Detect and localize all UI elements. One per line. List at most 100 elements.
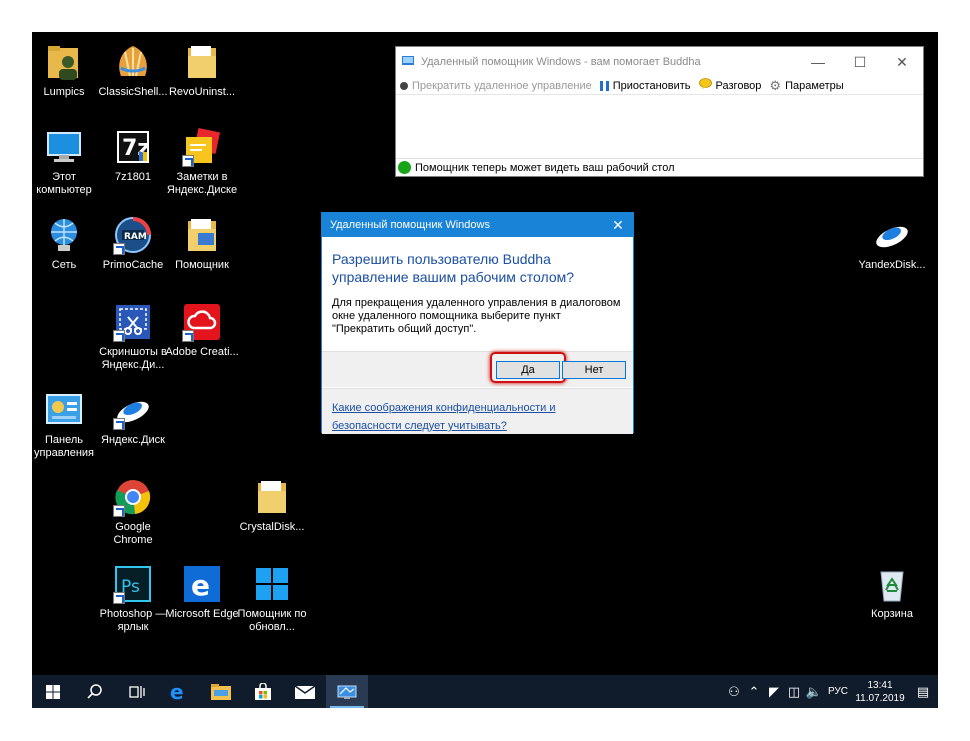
desktop-icon-yandexdisk-right[interactable]: YandexDisk... <box>854 215 930 272</box>
remote-assistance-icon <box>337 685 357 699</box>
desktop-icon-label: ClassicShell... <box>98 86 168 98</box>
desktop-icon-yandex-disk[interactable]: Яндекс.Диск <box>95 390 171 447</box>
notifications-icon[interactable]: ▤ <box>908 684 938 700</box>
primocache-ram-icon: RAM <box>113 215 153 255</box>
stop-remote-control-label: Прекратить удаленное управление <box>412 79 592 92</box>
shortcut-arrow-icon <box>113 505 125 517</box>
desktop-icon-notes-yandex[interactable]: Заметки в Яндекс.Диске <box>164 127 240 197</box>
connected-status-icon <box>398 161 411 174</box>
control-panel-icon <box>44 390 84 430</box>
desktop-icon-network[interactable]: Сеть <box>32 215 102 272</box>
desktop-icon-helper[interactable]: Помощник <box>164 215 240 272</box>
desktop: Lumpics Этот компьютер Сеть Панель управ… <box>32 32 938 708</box>
dialog-body-text: Для прекращения удаленного управления в … <box>332 297 621 335</box>
clock-date: 11.07.2019 <box>855 692 905 704</box>
ra-titlebar[interactable]: Удаленный помощник Windows - вам помогае… <box>396 47 923 77</box>
remote-assistance-app-icon <box>402 55 414 70</box>
shortcut-arrow-icon <box>182 330 194 342</box>
desktop-icon-microsoft-edge[interactable]: e Microsoft Edge <box>164 564 240 621</box>
dialog-titlebar[interactable]: Удаленный помощник Windows ✕ <box>322 213 633 237</box>
search-icon <box>87 683 102 699</box>
settings-button[interactable]: ⚙ Параметры <box>769 78 843 94</box>
recycle-bin-icon <box>872 564 912 604</box>
desktop-icon-label: Adobe Creati... <box>165 346 239 358</box>
people-icon[interactable]: ⚇ <box>724 684 744 700</box>
desktop-icon-label: Помощник по обновл... <box>237 608 307 633</box>
dialog-footer: Какие соображения конфиденциальности и б… <box>322 388 633 434</box>
dialog-button-bar: Да Нет <box>322 351 633 387</box>
taskbar: e ⚇ ⌃ ◤ ◫ 🔈 РУС 13:41 11.07.2019 ▤ <box>32 675 938 708</box>
adobe-creative-cloud-icon <box>182 302 222 342</box>
pause-label: Приостановить <box>612 79 691 92</box>
chrome-icon <box>113 477 153 517</box>
stop-remote-control-button[interactable]: Прекратить удаленное управление <box>400 80 592 92</box>
desktop-icon-label: Скриншоты в Яндекс.Ди... <box>99 346 167 371</box>
shortcut-arrow-icon <box>113 330 125 342</box>
desktop-icon-this-pc[interactable]: Этот компьютер <box>32 127 102 197</box>
desktop-icon-label: Google Chrome <box>113 521 153 546</box>
minimize-button[interactable]: — <box>797 47 839 77</box>
network-globe-icon <box>44 215 84 255</box>
svg-text:e: e <box>191 569 210 602</box>
desktop-icon-primocache[interactable]: RAM PrimoCache <box>95 215 171 272</box>
gear-icon: ⚙ <box>769 77 782 93</box>
chevron-up-icon[interactable]: ⌃ <box>744 684 764 700</box>
desktop-icon-crystaldisk[interactable]: CrystalDisk... <box>234 477 310 534</box>
ra-content-area <box>396 94 923 158</box>
desktop-icon-recycle-bin[interactable]: Корзина <box>854 564 930 621</box>
desktop-icon-screenshots-yandex[interactable]: Скриншоты в Яндекс.Ди... <box>95 302 171 372</box>
edge-icon: e <box>170 682 184 702</box>
photoshop-icon: Ps <box>113 564 153 604</box>
desktop-icon-label: Lumpics <box>43 86 85 98</box>
ra-status-text: Помощник теперь может видеть ваш рабочий… <box>415 161 675 174</box>
search-button[interactable] <box>74 675 116 708</box>
language-indicator[interactable]: РУС <box>824 686 852 697</box>
privacy-security-link[interactable]: Какие соображения конфиденциальности и б… <box>332 402 555 432</box>
task-view-button[interactable] <box>116 675 158 708</box>
desktop-icon-google-chrome[interactable]: Google Chrome <box>95 477 171 547</box>
stop-dot-icon <box>400 81 408 90</box>
taskbar-mail[interactable] <box>284 675 326 708</box>
edge-icon: e <box>182 564 222 604</box>
yandex-disk-tray-icon[interactable]: ◤ <box>764 684 784 700</box>
taskbar-remote-assistance[interactable] <box>326 675 368 708</box>
taskbar-edge[interactable]: e <box>158 675 200 708</box>
clock[interactable]: 13:41 11.07.2019 <box>852 679 908 705</box>
shortcut-arrow-icon <box>182 155 194 167</box>
shortcut-arrow-icon <box>113 243 125 255</box>
desktop-icon-classicshell[interactable]: ClassicShell... <box>95 42 171 99</box>
desktop-icon-label: Корзина <box>871 608 913 620</box>
desktop-icon-label: Сеть <box>51 259 77 271</box>
pause-button[interactable]: Приостановить <box>599 79 691 92</box>
no-button[interactable]: Нет <box>562 361 626 379</box>
taskbar-file-explorer[interactable] <box>200 675 242 708</box>
yes-button[interactable]: Да <box>496 361 560 379</box>
dialog-heading: Разрешить пользователю Buddha управление… <box>332 251 575 285</box>
desktop-icon-label: PrimoCache <box>102 259 164 271</box>
desktop-icon-7z1801[interactable]: 7z 7z1801 <box>95 127 171 184</box>
desktop-icon-photoshop[interactable]: Ps Photoshop — ярлык <box>95 564 171 634</box>
store-bag-icon <box>255 682 271 700</box>
maximize-button[interactable]: ☐ <box>839 47 881 77</box>
desktop-icon-label: Этот компьютер <box>36 171 92 196</box>
close-button[interactable]: ✕ <box>881 47 923 77</box>
flying-saucer-icon <box>872 215 912 255</box>
windows-start-icon <box>46 684 60 699</box>
taskbar-store[interactable] <box>242 675 284 708</box>
classic-shell-icon <box>113 42 153 82</box>
network-icon[interactable]: ◫ <box>784 684 804 700</box>
desktop-icon-control-panel[interactable]: Панель управления <box>32 390 102 460</box>
start-button[interactable] <box>32 675 74 708</box>
volume-icon[interactable]: 🔈 <box>804 684 824 700</box>
dialog-close-icon[interactable]: ✕ <box>603 217 633 234</box>
task-view-icon <box>129 685 145 698</box>
ra-status-bar: Помощник теперь может видеть ваш рабочий… <box>396 158 923 176</box>
desktop-icon-update-assistant[interactable]: Помощник по обновл... <box>234 564 310 634</box>
ra-toolbar: Прекратить удаленное управление Приостан… <box>396 77 923 94</box>
dialog-title: Удаленный помощник Windows <box>330 219 490 231</box>
chat-button[interactable]: Разговор <box>698 78 761 93</box>
desktop-icon-adobe-creative[interactable]: Adobe Creati... <box>164 302 240 359</box>
mail-icon <box>295 684 315 699</box>
desktop-icon-lumpics[interactable]: Lumpics <box>32 42 102 99</box>
desktop-icon-revouninstaller[interactable]: RevoUninst... <box>164 42 240 99</box>
